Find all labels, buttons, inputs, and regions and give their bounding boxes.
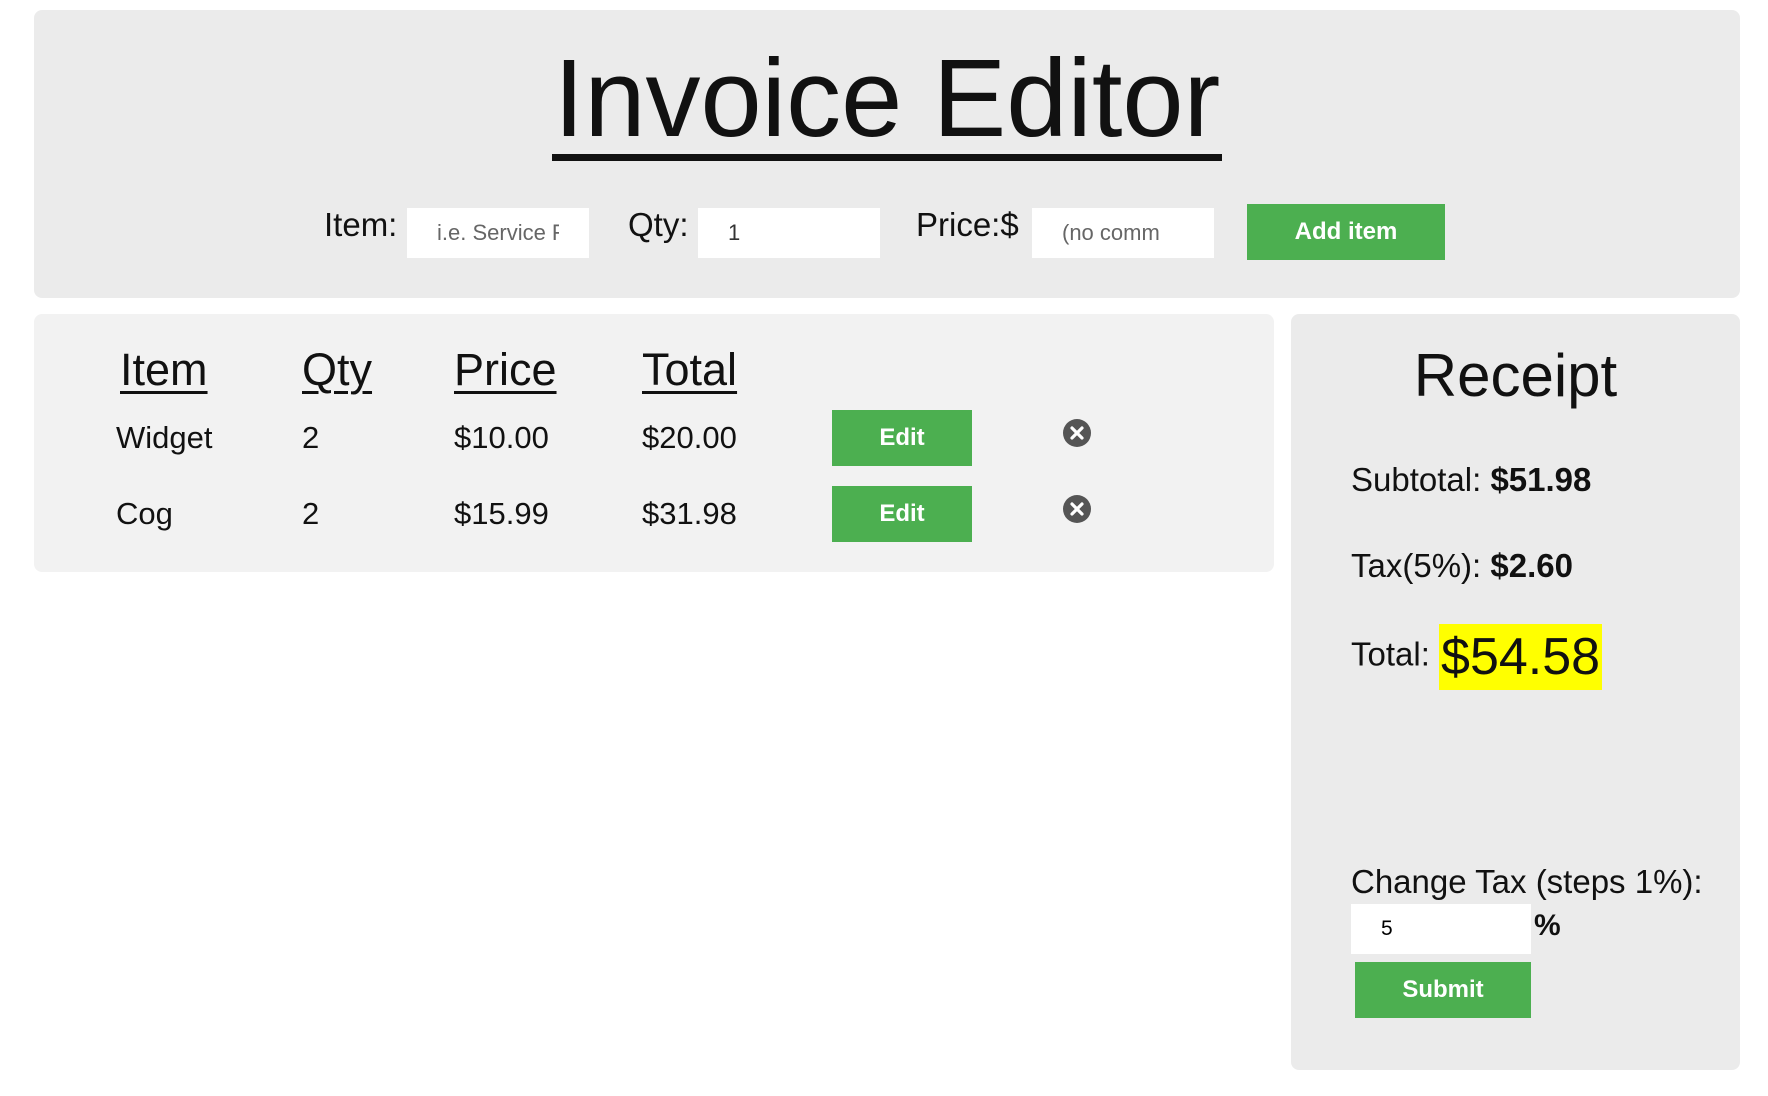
close-circle-icon[interactable] (1062, 494, 1092, 524)
column-header-price: Price (454, 344, 557, 395)
qty-label: Qty: (628, 206, 689, 243)
tax-value: $2.60 (1490, 547, 1573, 584)
row-total: $31.98 (642, 496, 737, 531)
page-title: Invoice Editor (551, 37, 1223, 161)
change-tax-label: Change Tax (steps 1%): (1351, 863, 1703, 900)
column-header-qty: Qty (302, 344, 373, 395)
close-circle-icon[interactable] (1062, 418, 1092, 448)
row-qty: 2 (302, 420, 320, 455)
tax-label: Tax(5%): (1351, 547, 1482, 584)
price-input[interactable] (1032, 208, 1214, 258)
receipt-panel: Receipt Subtotal: $51.98 Tax(5%): $2.60 … (1291, 314, 1740, 1070)
subtotal-label: Subtotal: (1351, 461, 1482, 498)
qty-input[interactable] (698, 208, 880, 258)
tax-rate-input[interactable] (1351, 904, 1531, 954)
edit-button[interactable]: Edit (832, 410, 972, 466)
row-price: $10.00 (454, 420, 549, 455)
tax-line: Tax(5%): $2.60 (1351, 544, 1573, 588)
add-item-button[interactable]: Add item (1247, 204, 1445, 260)
column-header-total: Total (642, 344, 738, 395)
price-label: Price:$ (916, 206, 1019, 243)
add-item-form: Item: Qty: Price:$ Add item (34, 194, 1740, 260)
row-item: Widget (116, 420, 213, 455)
total-line: Total: $54.58 (1351, 624, 1603, 690)
receipt-title: Receipt (1413, 342, 1618, 409)
items-panel: Item Qty Price Total Widget 2 $10.00 $20… (34, 314, 1274, 572)
row-qty: 2 (302, 496, 320, 531)
edit-button[interactable]: Edit (832, 486, 972, 542)
subtotal-line: Subtotal: $51.98 (1351, 458, 1591, 502)
row-item: Cog (116, 496, 173, 531)
item-label: Item: (324, 206, 398, 243)
column-header-item: Item (120, 344, 208, 395)
row-price: $15.99 (454, 496, 549, 531)
submit-tax-button[interactable]: Submit (1355, 962, 1531, 1018)
subtotal-value: $51.98 (1490, 461, 1592, 498)
item-input[interactable] (407, 208, 589, 258)
header-panel: Invoice Editor Item: Qty: Price:$ Add it… (34, 10, 1740, 298)
table-row: Cog 2 $15.99 $31.98 Edit (34, 486, 1274, 542)
table-row: Widget 2 $10.00 $20.00 Edit (34, 410, 1274, 466)
row-total: $20.00 (642, 420, 737, 455)
total-label: Total: (1351, 635, 1430, 673)
total-value: $54.58 (1439, 624, 1603, 690)
percent-sign: % (1534, 909, 1561, 942)
